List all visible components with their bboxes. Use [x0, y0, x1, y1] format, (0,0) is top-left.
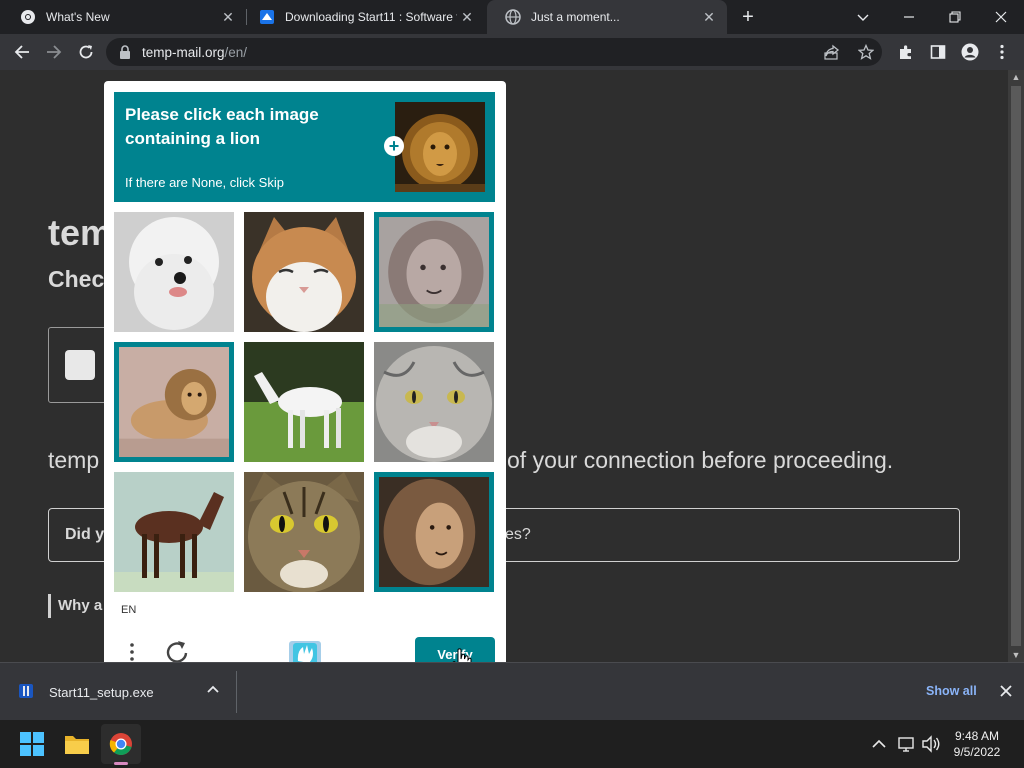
- arrow-right-icon: [47, 45, 62, 59]
- captcha-prompt-header: Please click each image containing a lio…: [114, 92, 495, 202]
- scrollbar-thumb[interactable]: [1011, 86, 1021, 646]
- installer-file-icon: [19, 684, 33, 698]
- volume-icon[interactable]: [921, 734, 941, 754]
- details-text-left: Did y: [65, 526, 105, 543]
- download-filename[interactable]: Start11_setup.exe: [49, 685, 154, 700]
- close-icon[interactable]: ✕: [699, 7, 719, 27]
- chevron-down-icon: [857, 14, 869, 21]
- extensions-button[interactable]: [892, 38, 920, 66]
- kebab-menu-icon: [1000, 44, 1004, 60]
- file-explorer-button[interactable]: [57, 724, 97, 764]
- close-icon[interactable]: [996, 681, 1016, 701]
- side-panel-icon: [930, 45, 946, 59]
- browser-toolbar: temp-mail.org/en/: [0, 34, 1024, 70]
- image-tile-1-dog[interactable]: [114, 212, 234, 332]
- shelf-divider: [236, 671, 237, 713]
- menu-button[interactable]: [988, 38, 1016, 66]
- scroll-up-icon[interactable]: ▲: [1008, 70, 1024, 84]
- tab-whats-new[interactable]: What's New ✕: [2, 0, 246, 34]
- network-icon[interactable]: [897, 734, 917, 754]
- chevron-up-icon[interactable]: [869, 734, 889, 754]
- side-panel-button[interactable]: [924, 38, 952, 66]
- image-tile-5-horse[interactable]: [244, 342, 364, 462]
- chrome-taskbar-button[interactable]: [101, 724, 141, 764]
- forward-button[interactable]: [40, 38, 68, 66]
- tab-strip: What's New ✕ Downloading Start11 : Softw…: [0, 0, 1024, 34]
- refresh-icon[interactable]: [164, 639, 190, 662]
- star-icon[interactable]: [856, 42, 876, 62]
- image-tile-2-cat[interactable]: [244, 212, 364, 332]
- language-selector[interactable]: EN: [121, 604, 136, 616]
- url-text: temp-mail.org/en/: [142, 45, 248, 60]
- tab-title: Downloading Start11 : Software f: [285, 10, 457, 24]
- kebab-menu-icon[interactable]: [126, 641, 138, 662]
- image-tile-8-cat[interactable]: [244, 472, 364, 592]
- globe-icon: [505, 9, 521, 25]
- captcha-challenge: Please click each image containing a lio…: [104, 81, 506, 662]
- tab-search-button[interactable]: [840, 0, 886, 34]
- download-shelf: Start11_setup.exe Show all: [0, 662, 1024, 720]
- page-scrollbar[interactable]: ▲ ▼: [1008, 70, 1024, 662]
- sample-lion-image: [395, 102, 485, 192]
- start-button[interactable]: [12, 724, 52, 764]
- tab-just-a-moment[interactable]: Just a moment... ✕: [487, 0, 727, 34]
- minimize-button[interactable]: [886, 0, 932, 34]
- page-text-right: of your connection before proceeding.: [507, 447, 894, 473]
- page-subheading: Chec: [48, 266, 105, 292]
- minimize-icon: [904, 16, 914, 18]
- image-tile-6-cat[interactable]: [374, 342, 494, 462]
- reload-button[interactable]: [72, 38, 100, 66]
- chrome-icon: [21, 10, 35, 24]
- close-icon[interactable]: ✕: [218, 7, 238, 27]
- why-section-heading: Why a: [48, 594, 102, 618]
- lock-icon[interactable]: [118, 44, 132, 60]
- system-clock[interactable]: 9:48 AM 9/5/2022: [940, 728, 1014, 760]
- new-tab-button[interactable]: +: [737, 6, 759, 28]
- image-tile-7-horse[interactable]: [114, 472, 234, 592]
- tab-downloading-start11[interactable]: Downloading Start11 : Software f ✕: [241, 0, 485, 34]
- chrome-icon: [109, 733, 132, 755]
- expand-sample-icon[interactable]: +: [384, 136, 404, 156]
- image-tile-3-lion[interactable]: [374, 212, 494, 332]
- folder-icon: [65, 736, 89, 754]
- tab-title: What's New: [46, 10, 110, 24]
- windows-logo-icon: [20, 732, 44, 756]
- avatar-icon: [961, 43, 979, 61]
- captcha-subtext: If there are None, click Skip: [125, 175, 284, 190]
- restore-button[interactable]: [932, 0, 978, 34]
- page-heading: tem: [48, 212, 113, 253]
- reload-icon: [79, 45, 93, 59]
- checkbox[interactable]: [65, 350, 95, 380]
- close-icon[interactable]: ✕: [457, 7, 477, 27]
- tab-title: Just a moment...: [531, 10, 620, 24]
- address-bar[interactable]: temp-mail.org/en/: [106, 38, 882, 66]
- scroll-down-icon[interactable]: ▼: [1008, 648, 1024, 662]
- close-window-button[interactable]: [978, 0, 1024, 34]
- chevron-up-icon[interactable]: [204, 681, 222, 699]
- show-all-button[interactable]: Show all: [926, 684, 977, 698]
- arrow-left-icon: [14, 45, 29, 59]
- stardock-icon: [260, 10, 274, 24]
- windows-taskbar: 9:48 AM 9/5/2022: [0, 720, 1024, 768]
- page-text-left: temp: [48, 447, 100, 473]
- share-icon[interactable]: [822, 42, 842, 62]
- captcha-prompt: Please click each image containing a lio…: [125, 105, 319, 148]
- hcaptcha-logo-icon: [289, 641, 321, 662]
- image-tile-4-lion[interactable]: [114, 342, 234, 462]
- clock-date: 9/5/2022: [953, 745, 1001, 759]
- close-icon: [995, 11, 1007, 23]
- restore-icon: [949, 11, 961, 23]
- puzzle-icon: [900, 45, 911, 59]
- clock-time: 9:48 AM: [954, 729, 1000, 743]
- active-app-indicator: [114, 762, 128, 765]
- back-button[interactable]: [8, 38, 36, 66]
- profile-button[interactable]: [956, 38, 984, 66]
- image-tile-9-lion[interactable]: [374, 472, 494, 592]
